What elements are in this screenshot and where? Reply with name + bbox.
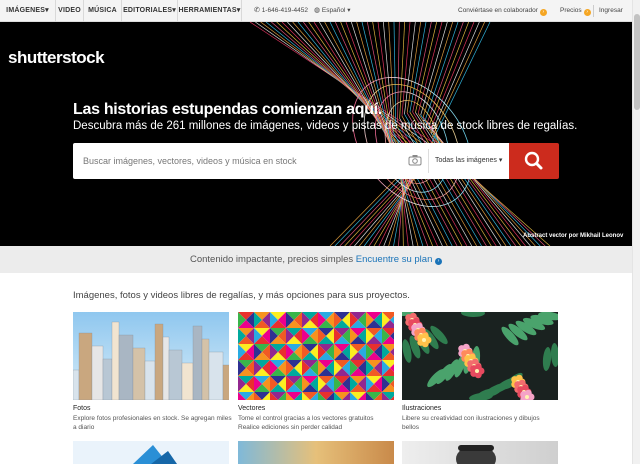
vectors-card-image[interactable]: [238, 312, 394, 400]
scrollbar-thumb[interactable]: [634, 14, 640, 110]
language-selector[interactable]: ◍ Español ▾: [314, 0, 350, 22]
illustrations-card-image[interactable]: [402, 312, 558, 400]
city-photo: [73, 321, 229, 400]
vectors-card-title[interactable]: Vectores: [238, 405, 265, 412]
triangle-pattern: [238, 312, 394, 400]
login-link[interactable]: Ingresar: [599, 0, 623, 22]
card-image[interactable]: [238, 441, 394, 464]
search-type-dropdown[interactable]: Todas las imágenes ▾: [435, 143, 502, 179]
image-credit[interactable]: Abstract vector por Mikhail Leonov: [523, 233, 623, 239]
search-icon: [524, 151, 543, 170]
contributor-text: Conviértase en colaborador: [458, 7, 538, 14]
shutterstock-logo[interactable]: shutterstock: [8, 48, 105, 68]
card-image[interactable]: [402, 441, 558, 464]
scrollbar[interactable]: [632, 0, 640, 464]
search-bar: Buscar imágenes, vectores, videos y músi…: [73, 143, 509, 179]
search-input[interactable]: Buscar imágenes, vectores, videos y músi…: [83, 143, 297, 179]
illustrations-card-desc: Libere su creatividad con ilustraciones …: [402, 415, 540, 431]
divider: [593, 5, 594, 17]
chevron-right-icon: ›: [583, 9, 591, 16]
illustrations-card-title[interactable]: Ilustraciones: [402, 405, 441, 412]
contributor-link[interactable]: Conviértase en colaborador ›: [458, 0, 547, 22]
chevron-right-icon[interactable]: ›: [435, 258, 443, 265]
promo-text: Contenido impactante, precios simples: [189, 254, 354, 265]
card-image[interactable]: [73, 441, 229, 464]
phone-icon: ✆: [254, 7, 260, 14]
floral-pattern: [402, 312, 558, 400]
pricing-text: Precios: [560, 7, 582, 14]
nav-music[interactable]: MÚSICA: [84, 0, 122, 22]
find-plan-link[interactable]: Encuentre su plan: [356, 254, 433, 265]
phone-number[interactable]: ✆ 1-646-419-4452: [254, 0, 308, 22]
nav-editorial[interactable]: EDITORIALES▾: [122, 0, 178, 22]
language-text: Español ▾: [321, 7, 351, 14]
hero-headline: Las historias estupendas comienzan aquí.: [73, 101, 382, 118]
chevron-right-icon: ›: [539, 9, 547, 16]
photos-card-title[interactable]: Fotos: [73, 405, 91, 412]
photos-card-desc: Explore fotos profesionales en stock. Se…: [73, 415, 232, 431]
photos-card-image[interactable]: [73, 312, 229, 400]
phone-text: 1-646-419-4452: [261, 7, 308, 14]
pricing-link[interactable]: Precios ›: [560, 0, 591, 22]
vectors-card-desc: Tome el control gracias a los vectores g…: [238, 415, 374, 431]
promo-bar: Contenido impactante, precios simples En…: [0, 246, 632, 273]
nav-tools[interactable]: HERRAMIENTAS▾: [178, 0, 242, 22]
nav-video[interactable]: VIDEO: [56, 0, 84, 22]
search-button[interactable]: [509, 143, 559, 179]
top-nav-bar: IMÁGENES▾ VIDEO MÚSICA EDITORIALES▾ HERR…: [0, 0, 632, 22]
hero-banner: shutterstock: [0, 22, 632, 246]
intro-text: Imágenes, fotos y videos libres de regal…: [73, 290, 410, 301]
search-divider: [428, 149, 429, 173]
hero-subline: Descubra más de 261 millones de imágenes…: [73, 120, 578, 132]
globe-icon: ◍: [314, 7, 321, 14]
nav-images[interactable]: IMÁGENES▾: [0, 0, 56, 22]
camera-icon[interactable]: [408, 154, 422, 166]
